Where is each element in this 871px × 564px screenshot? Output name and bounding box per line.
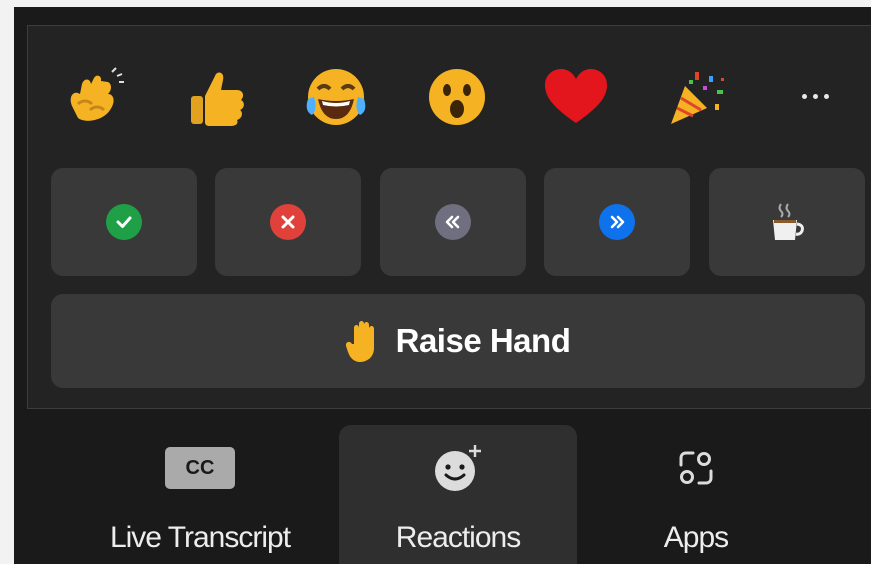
heart-icon xyxy=(545,69,607,123)
open-mouth-icon xyxy=(429,69,485,125)
x-icon xyxy=(270,204,306,240)
coffee-feedback-button[interactable] xyxy=(709,168,865,276)
apps-icon xyxy=(679,451,713,485)
thumbs-up-icon xyxy=(191,72,244,126)
check-icon xyxy=(106,204,142,240)
tears-of-joy-reaction-button[interactable] xyxy=(301,62,371,132)
fast-forward-icon xyxy=(599,204,635,240)
apps-label: Apps xyxy=(663,521,729,554)
slow-down-feedback-button[interactable] xyxy=(380,168,526,276)
raise-hand-button[interactable]: Raise Hand xyxy=(51,294,865,388)
cc-icon: CC xyxy=(165,447,235,489)
reactions-button[interactable]: Reactions xyxy=(339,425,577,564)
add-reaction-icon xyxy=(435,445,481,491)
live-transcript-button[interactable]: CC Live Transcript xyxy=(80,425,320,564)
tears-of-joy-icon xyxy=(306,69,366,125)
clapping-hands-reaction-button[interactable] xyxy=(60,62,130,132)
reactions-label: Reactions xyxy=(395,521,521,554)
heart-reaction-button[interactable] xyxy=(541,62,611,132)
no-feedback-button[interactable] xyxy=(215,168,361,276)
more-reactions-button[interactable] xyxy=(790,88,840,104)
coffee-icon xyxy=(773,203,804,240)
apps-button[interactable]: Apps xyxy=(596,425,796,564)
party-popper-icon xyxy=(671,72,724,124)
live-transcript-label: Live Transcript xyxy=(109,521,291,554)
yes-feedback-button[interactable] xyxy=(51,168,197,276)
speed-up-feedback-button[interactable] xyxy=(544,168,690,276)
raised-hand-icon xyxy=(345,321,374,362)
thumbs-up-reaction-button[interactable] xyxy=(181,62,251,132)
rewind-icon xyxy=(435,204,471,240)
more-horizontal-icon xyxy=(801,93,807,99)
raise-hand-label: Raise Hand xyxy=(395,322,571,359)
open-mouth-reaction-button[interactable] xyxy=(422,62,492,132)
clapping-hands-icon xyxy=(70,67,124,121)
party-popper-reaction-button[interactable] xyxy=(661,62,731,132)
